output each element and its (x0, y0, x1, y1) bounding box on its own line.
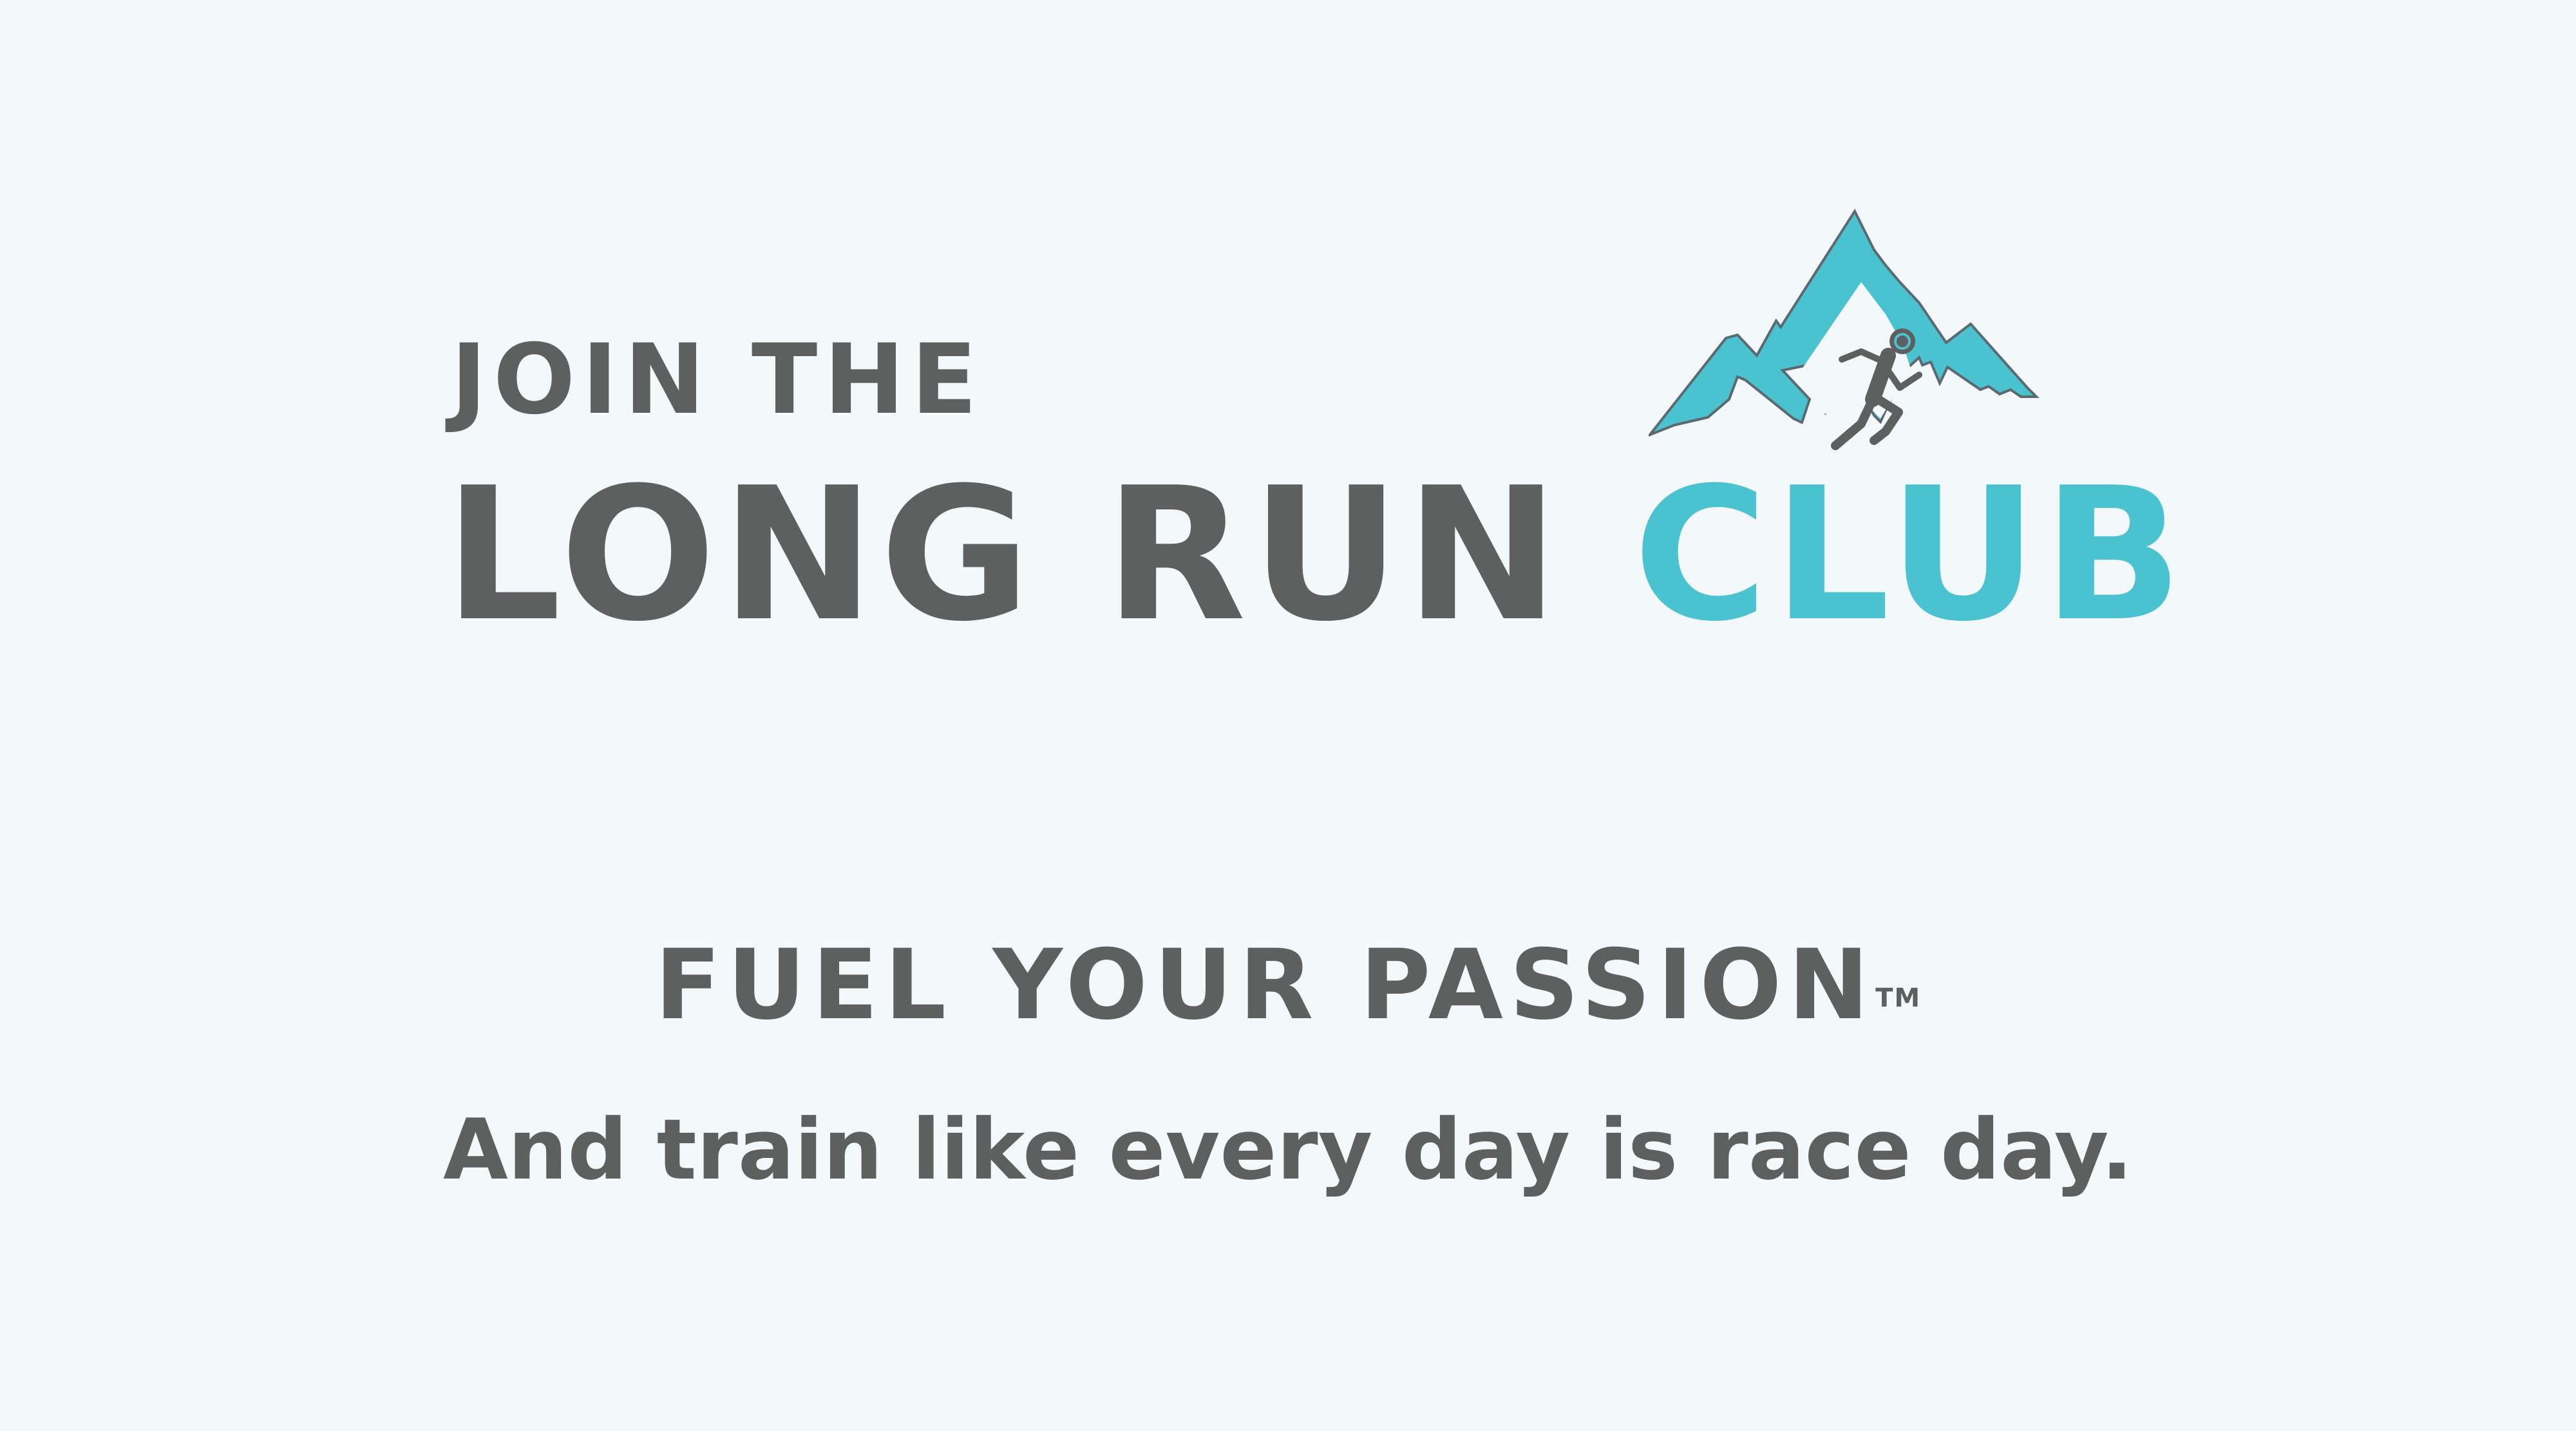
headline-main: LONG RUN (444, 448, 1564, 662)
mountain-icon (1649, 208, 2040, 437)
trademark-mark: TM (1875, 983, 1922, 1013)
pre-title: JOIN THE (451, 324, 984, 436)
subline: And train like every day is race day. (443, 1101, 2133, 1199)
headline: LONG RUN CLUB (444, 464, 2188, 647)
tagline: FUEL YOUR PASSIONTM (0, 937, 2576, 1034)
mountain-runner-icon (1649, 208, 2040, 450)
headline-accent: CLUB (1633, 448, 2188, 662)
tagline-text: FUEL YOUR PASSION (654, 929, 1876, 1041)
